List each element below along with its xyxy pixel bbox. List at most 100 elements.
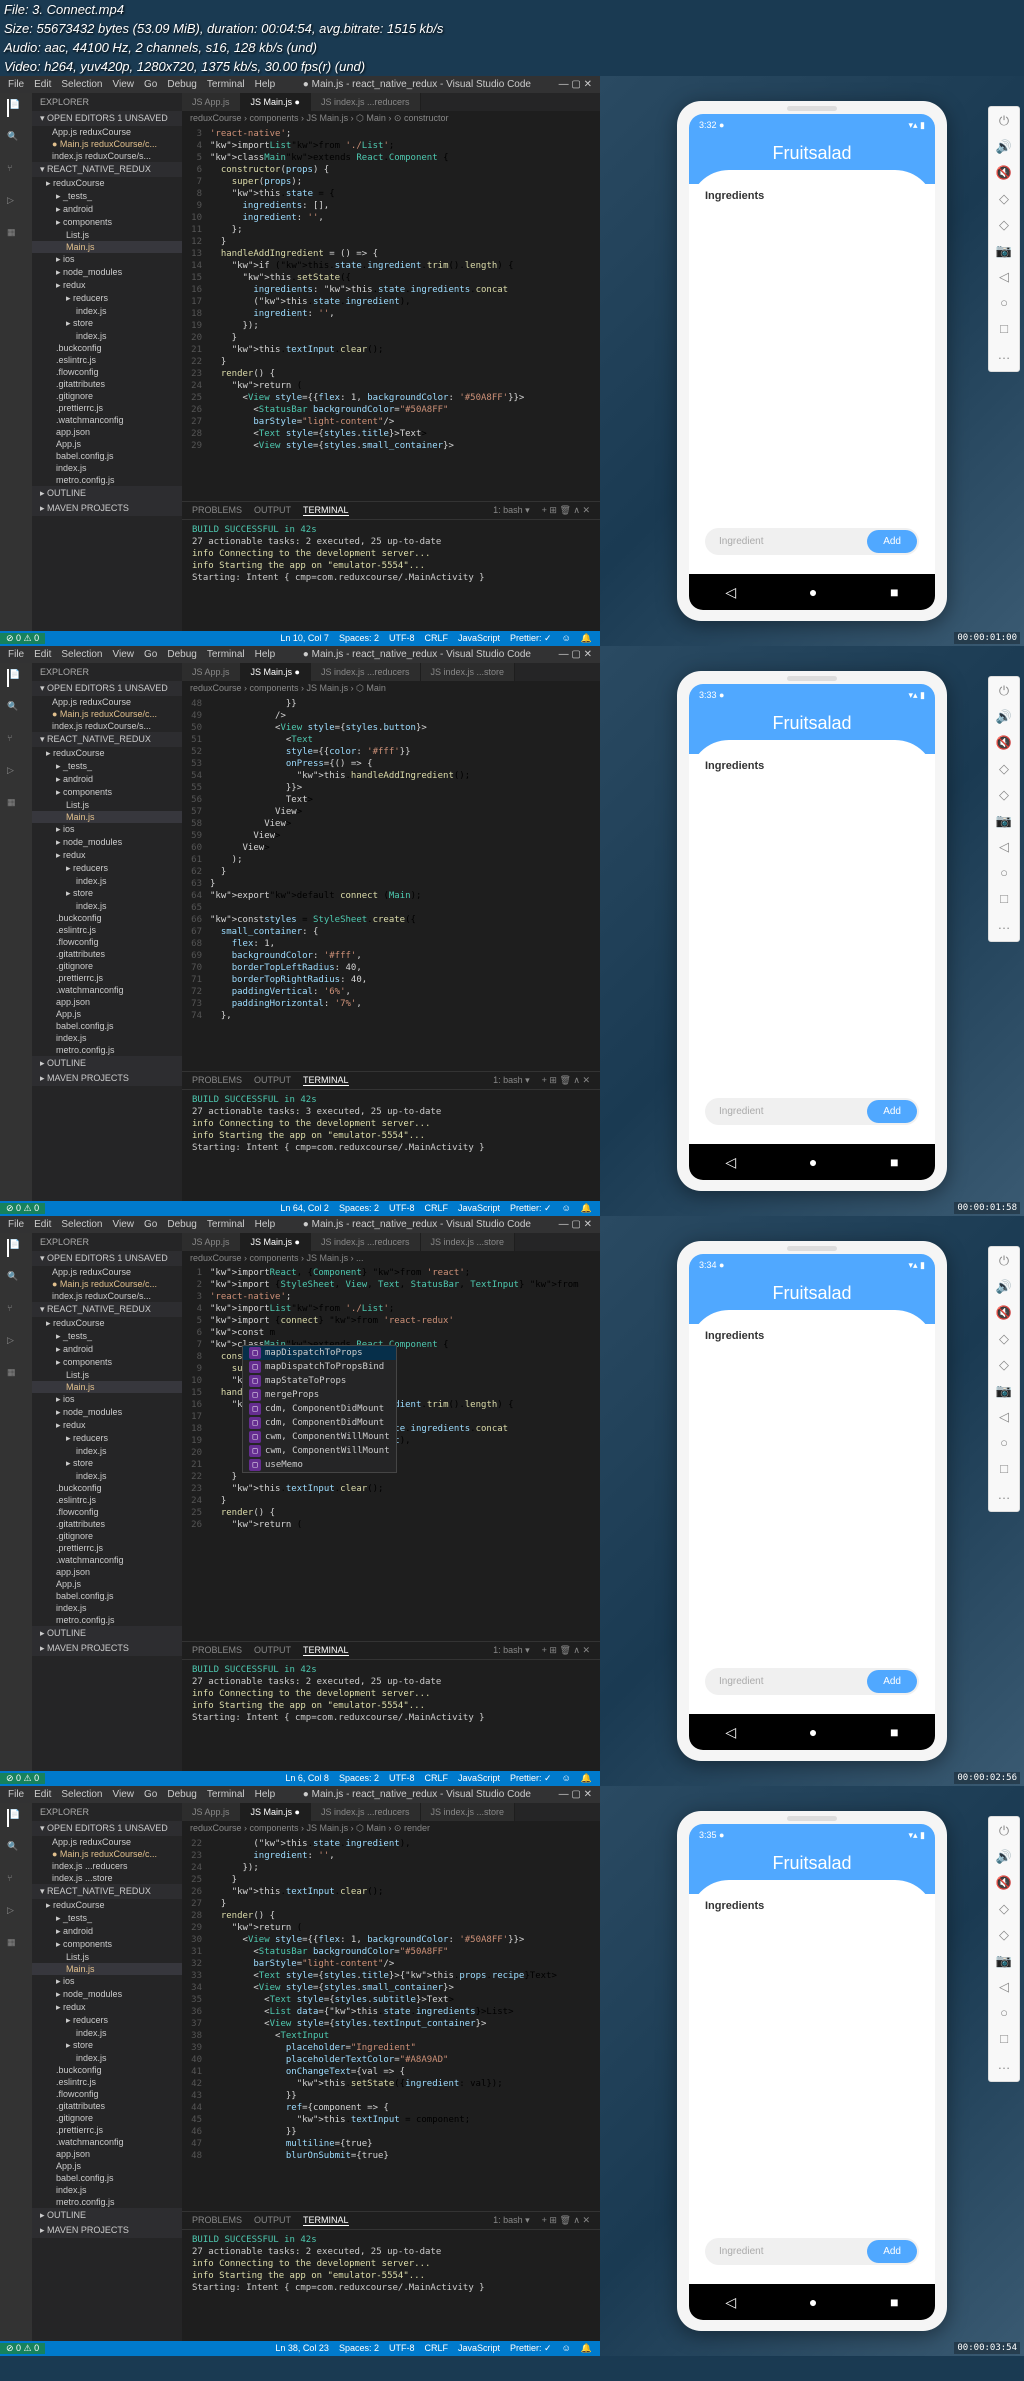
status-item[interactable]: CRLF [424, 2343, 448, 2354]
menu-item[interactable]: Help [255, 649, 276, 660]
tree-item[interactable]: .buckconfig [32, 2064, 182, 2076]
tree-item[interactable]: ▸ reducers [32, 1432, 182, 1445]
git-icon[interactable]: ⑂ [7, 733, 25, 751]
tree-item[interactable]: ▸ components [32, 216, 182, 229]
explorer-icon[interactable]: 📄 [7, 669, 25, 687]
tree-item[interactable]: ▸ reduxCourse [32, 1317, 182, 1330]
code-line[interactable]: 58 View> [184, 818, 598, 830]
code-line[interactable]: 19 }); [184, 320, 598, 332]
tree-item[interactable]: index.js [32, 2052, 182, 2064]
editor-tab[interactable]: JS index.js ...store [421, 663, 516, 681]
tree-item[interactable]: ▸ reducers [32, 292, 182, 305]
status-item[interactable]: JavaScript [458, 633, 500, 644]
tree-item[interactable]: app.json [32, 2148, 182, 2160]
emulator-button[interactable]: ○ [995, 1435, 1013, 1453]
emulator-button[interactable]: 🔇 [995, 1875, 1013, 1893]
terminal-shell-select[interactable]: 1: bash ▾ [493, 1645, 530, 1656]
terminal-shell-select[interactable]: 1: bash ▾ [493, 505, 530, 516]
code-line[interactable]: 13 handleAddIngredient = () => { [184, 248, 598, 260]
outline-header[interactable]: ▸ OUTLINE [32, 1056, 182, 1071]
tree-item[interactable]: app.json [32, 426, 182, 438]
code-line[interactable]: 62 } [184, 866, 598, 878]
code-line[interactable]: 28 <Text style={styles.title}>Text> [184, 428, 598, 440]
code-line[interactable]: 52 style={{color: '#fff'}} [184, 746, 598, 758]
search-icon[interactable]: 🔍 [7, 131, 25, 149]
add-button[interactable]: Add [867, 1670, 917, 1693]
editor-tab[interactable]: JS Main.js ● [241, 1803, 311, 1821]
breadcrumb[interactable]: reduxCourse › components › JS Main.js › … [182, 1821, 600, 1836]
tree-item[interactable]: index.js [32, 1470, 182, 1482]
editor-tab[interactable]: JS Main.js ● [241, 1233, 311, 1251]
tree-item[interactable]: Main.js [32, 1381, 182, 1393]
code-line[interactable]: 25 <View style={{flex: 1, backgroundColo… [184, 392, 598, 404]
code-line[interactable]: 59 View> [184, 830, 598, 842]
editor-tab[interactable]: JS App.js [182, 663, 241, 681]
menu-item[interactable]: Terminal [207, 79, 245, 90]
emulator-button[interactable]: ○ [995, 865, 1013, 883]
add-button[interactable]: Add [867, 2240, 917, 2263]
tree-item[interactable]: .gitignore [32, 2112, 182, 2124]
emulator-button[interactable]: ◇ [995, 761, 1013, 779]
autocomplete-item[interactable]: □cdm, ComponentDidMount [243, 1416, 396, 1430]
extensions-icon[interactable]: ▦ [7, 1367, 25, 1385]
nav-recent-icon[interactable]: ■ [890, 584, 898, 600]
code-editor[interactable]: 3'react-native';4"kw">import List "kw">f… [182, 126, 600, 501]
menu-item[interactable]: Debug [167, 1789, 196, 1800]
terminal-actions[interactable]: + ⊞ 🗑 ∧ ✕ [542, 2215, 590, 2226]
code-line[interactable]: 22 } [184, 356, 598, 368]
tree-item[interactable]: metro.config.js [32, 474, 182, 486]
tree-item[interactable]: ▸ components [32, 1938, 182, 1951]
tree-item[interactable]: ▸ _tests_ [32, 1912, 182, 1925]
code-line[interactable]: 63} [184, 878, 598, 890]
code-line[interactable]: 29 "kw">return ( [184, 1922, 598, 1934]
code-editor[interactable]: 48 }}49 />50 <View style={styles.button}… [182, 696, 600, 1071]
open-editor-item[interactable]: index.js ...store [32, 1872, 182, 1884]
tree-item[interactable]: babel.config.js [32, 2172, 182, 2184]
terminal-tab[interactable]: TERMINAL [303, 505, 349, 516]
tree-item[interactable]: ▸ reduxCourse [32, 1899, 182, 1912]
terminal-shell-select[interactable]: 1: bash ▾ [493, 2215, 530, 2226]
menu-item[interactable]: Go [144, 1789, 157, 1800]
emulator-button[interactable]: ◇ [995, 1901, 1013, 1919]
nav-recent-icon[interactable]: ■ [890, 2294, 898, 2310]
add-button[interactable]: Add [867, 530, 917, 553]
tree-item[interactable]: ▸ redux [32, 1419, 182, 1432]
terminal-actions[interactable]: + ⊞ 🗑 ∧ ✕ [542, 1075, 590, 1086]
code-line[interactable]: 32 barStyle="light-content"/> [184, 1958, 598, 1970]
editor-tab[interactable]: JS index.js ...store [421, 1803, 516, 1821]
tree-item[interactable]: .gitignore [32, 960, 182, 972]
emulator-button[interactable]: 📷 [995, 243, 1013, 261]
tree-item[interactable]: ▸ node_modules [32, 836, 182, 849]
terminal-output[interactable]: BUILD SUCCESSFUL in 42s27 actionable tas… [182, 1660, 600, 1728]
code-line[interactable]: 49 /> [184, 710, 598, 722]
nav-back-icon[interactable]: ◁ [725, 2294, 736, 2311]
terminal-output[interactable]: BUILD SUCCESSFUL in 42s27 actionable tas… [182, 1090, 600, 1158]
code-line[interactable]: 54 "kw">this.handleAddIngredient(); [184, 770, 598, 782]
status-position[interactable]: Ln 6, Col 8 [285, 1773, 329, 1784]
tree-item[interactable]: app.json [32, 1566, 182, 1578]
emulator-button[interactable]: ◁ [995, 269, 1013, 287]
add-button[interactable]: Add [867, 1100, 917, 1123]
tree-item[interactable]: ▸ components [32, 1356, 182, 1369]
terminal-tab[interactable]: PROBLEMS [192, 2215, 242, 2226]
emulator-button[interactable]: ○ [995, 2005, 1013, 2023]
outline-header[interactable]: ▸ OUTLINE [32, 2208, 182, 2223]
emulator-button[interactable]: ⏻ [995, 683, 1013, 701]
open-editor-item[interactable]: ● Main.js reduxCourse/c... [32, 708, 182, 720]
emulator-button[interactable]: ◁ [995, 1979, 1013, 1997]
tree-item[interactable]: .flowconfig [32, 936, 182, 948]
code-line[interactable]: 17 ("kw">this.state.ingredient), [184, 296, 598, 308]
open-editors-header[interactable]: ▾ OPEN EDITORS 1 UNSAVED [32, 1251, 182, 1266]
editor-tab[interactable]: JS App.js [182, 1803, 241, 1821]
tree-item[interactable]: ▸ node_modules [32, 266, 182, 279]
code-line[interactable]: 39 placeholder="Ingredient" [184, 2042, 598, 2054]
editor-tab[interactable]: JS index.js ...reducers [311, 1233, 421, 1251]
menu-item[interactable]: Go [144, 79, 157, 90]
tree-item[interactable]: index.js [32, 330, 182, 342]
code-editor[interactable]: 1"kw">import React, {Component} "kw">fro… [182, 1265, 600, 1641]
emulator-button[interactable]: 📷 [995, 1383, 1013, 1401]
code-line[interactable]: 70 borderTopLeftRadius: 40, [184, 962, 598, 974]
code-line[interactable]: 3'react-native'; [184, 128, 598, 140]
menu-item[interactable]: Debug [167, 1219, 196, 1230]
tree-item[interactable]: index.js [32, 2027, 182, 2039]
